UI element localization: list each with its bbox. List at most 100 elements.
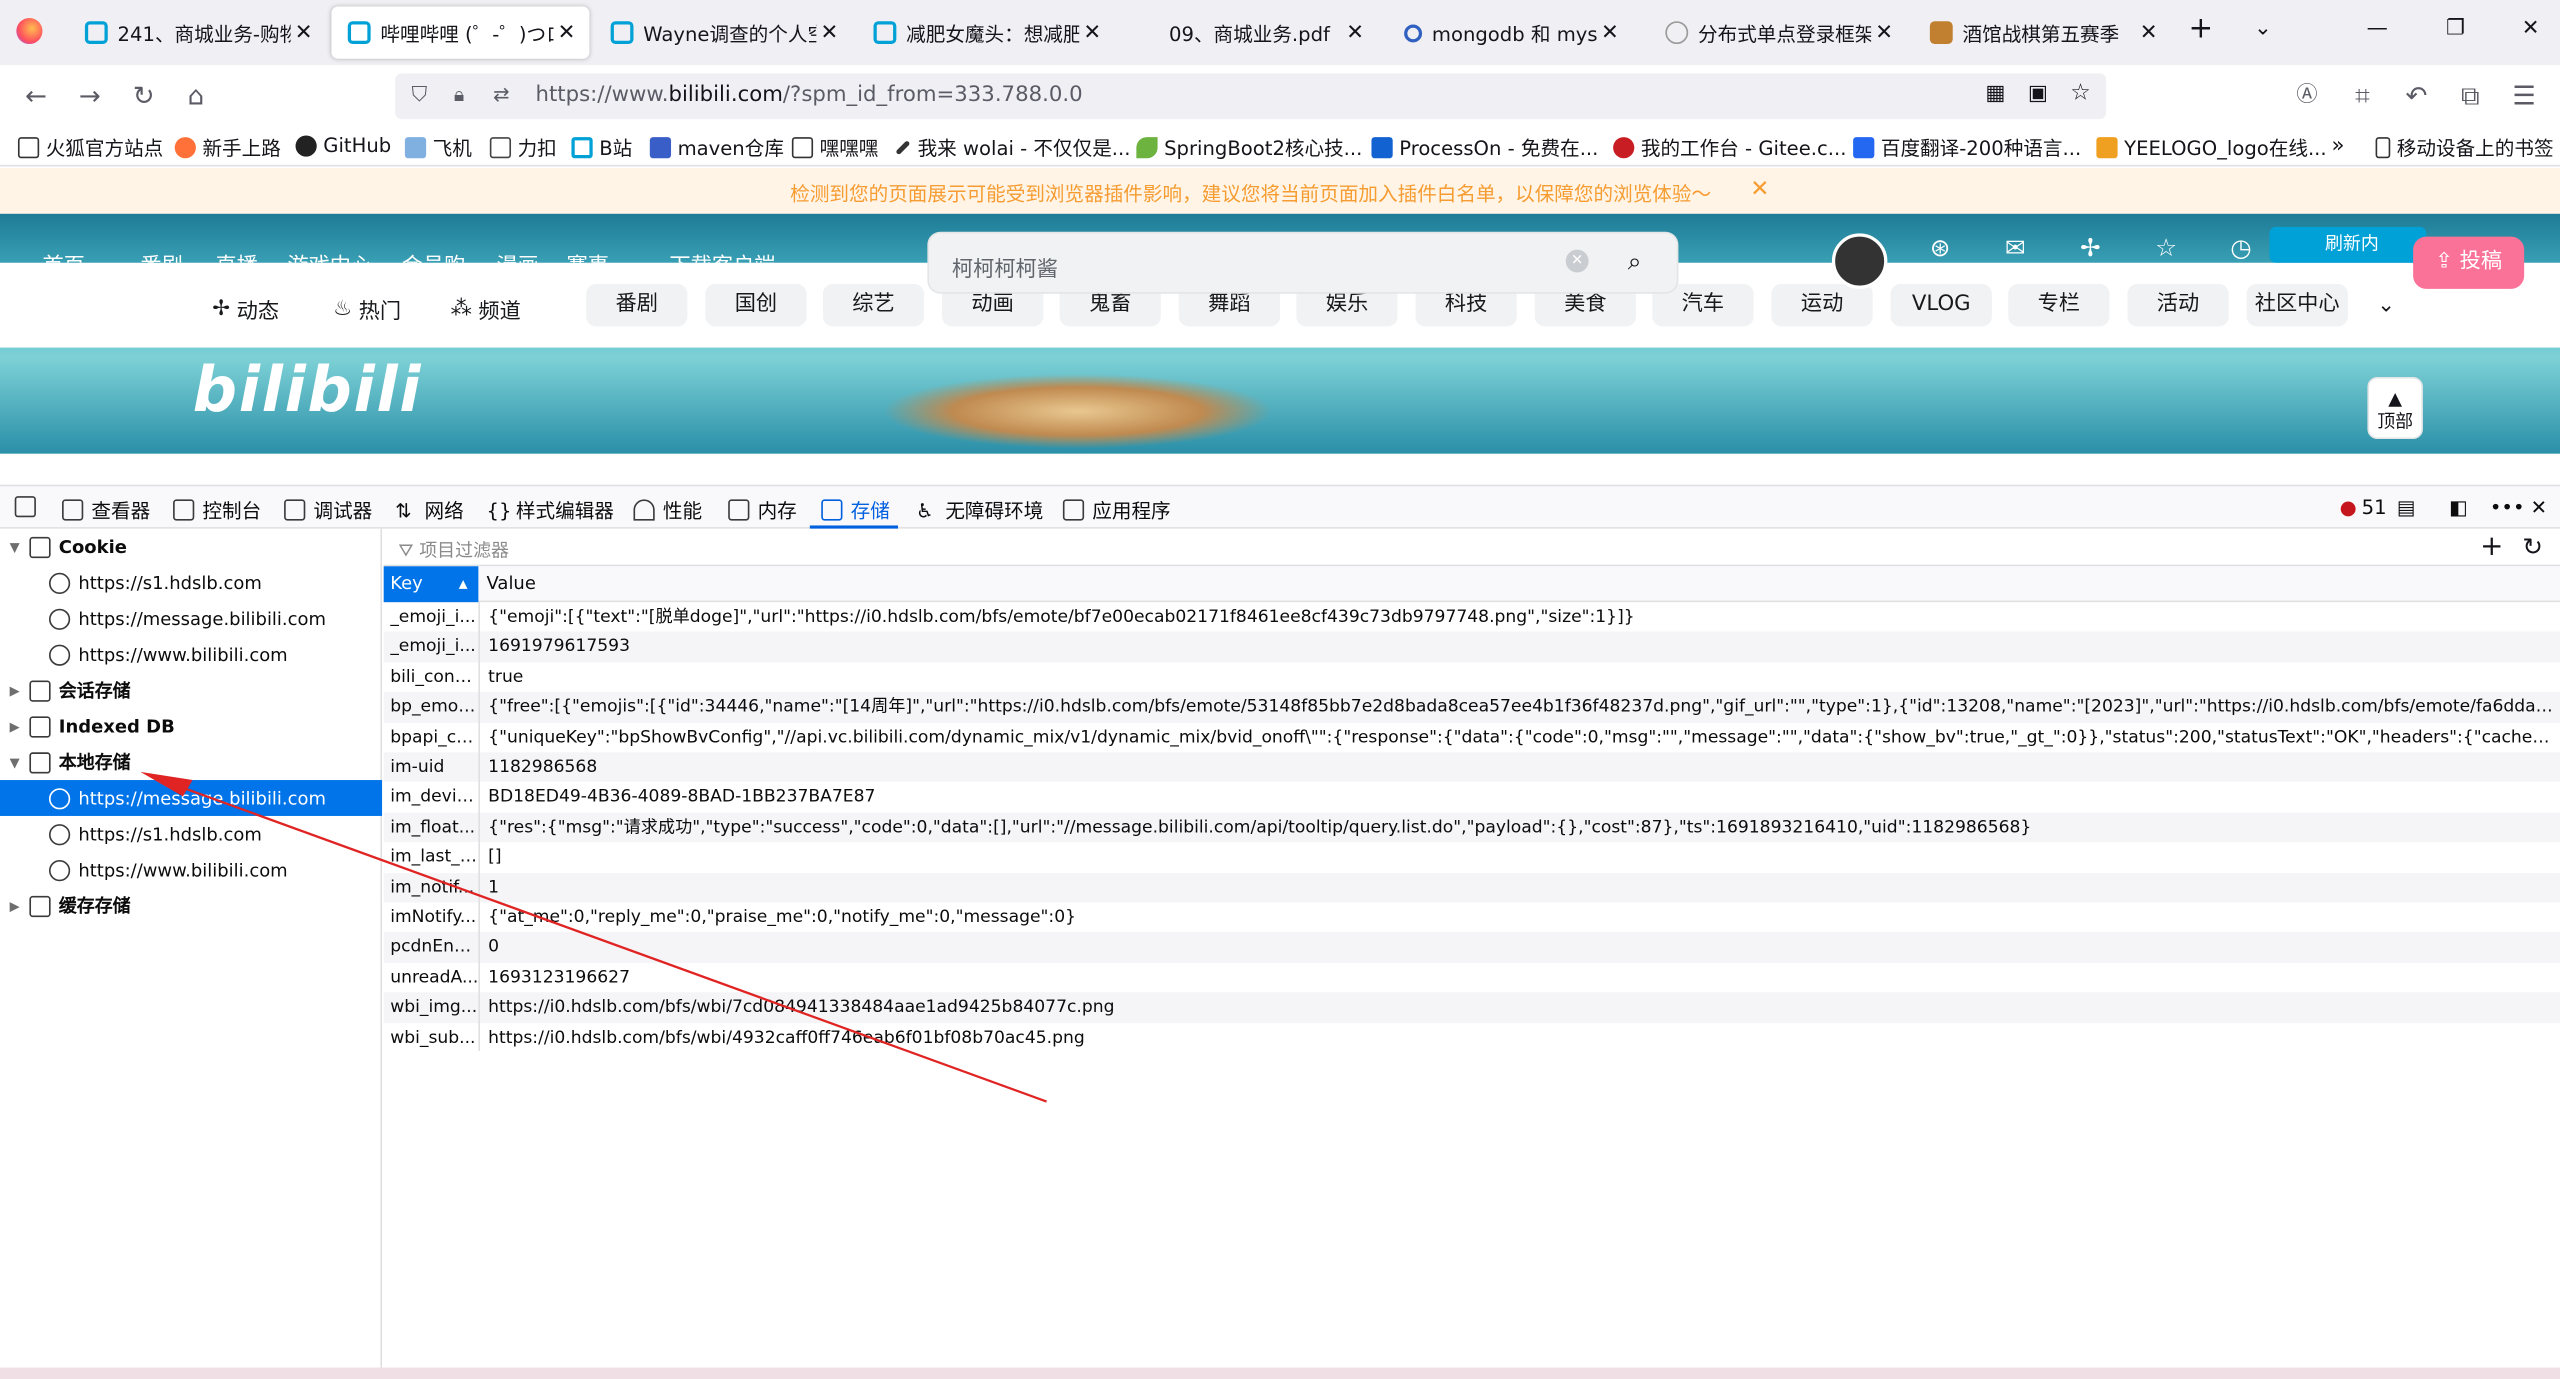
creation-center[interactable]: 刷新内	[2269, 226, 2427, 263]
star-icon[interactable]: ☆	[2070, 80, 2091, 106]
bookmark-1[interactable]: 新手上路	[174, 134, 281, 162]
table-row[interactable]: _emoji_i... 1691979617593	[383, 632, 2560, 663]
tab-memory[interactable]: 内存	[728, 496, 797, 524]
tab-0[interactable]: 241、商城业务-购物车 ✕	[69, 7, 327, 59]
chevron-down-icon[interactable]: ⌄	[2247, 16, 2280, 40]
top-nav-shop[interactable]: 会员购	[402, 248, 466, 263]
new-tab-icon[interactable]: +	[2185, 11, 2218, 45]
bookmark-11[interactable]: 我的工作台 - Gitee.c...	[1613, 134, 1846, 162]
hamburger-menu-icon[interactable]: ☰	[2508, 80, 2541, 113]
tab-application[interactable]: 应用程序	[1062, 496, 1171, 524]
tree-host[interactable]: https://s1.hdslb.com	[0, 565, 382, 601]
split-console-icon[interactable]: ▤	[2397, 496, 2416, 519]
close-icon[interactable]: ✕	[816, 20, 842, 44]
bookmark-0[interactable]: 火狐官方站点	[17, 134, 163, 162]
top-nav-events[interactable]: 赛事	[567, 248, 609, 263]
home-icon[interactable]: ⌂	[180, 80, 213, 113]
bookmark-5[interactable]: B站	[571, 134, 632, 162]
tree-host[interactable]: https://message.bilibili.com	[0, 601, 382, 637]
undo-icon[interactable]: ↶	[2400, 80, 2433, 113]
tree-cache-storage[interactable]: ▶ 缓存存储	[0, 888, 382, 924]
tab-debugger[interactable]: 调试器	[284, 496, 372, 524]
clear-icon[interactable]: ✕	[1565, 249, 1589, 273]
category-tab[interactable]: VLOG	[1890, 283, 1992, 327]
table-row[interactable]: im_notif... 1	[383, 872, 2560, 903]
close-icon[interactable]: ✕	[1871, 20, 1897, 44]
category-tab[interactable]: 运动	[1771, 283, 1873, 327]
table-row[interactable]: bpapi_ca... {"uniqueKey":"bpShowBvConfig"…	[384, 722, 2560, 752]
top-nav-live[interactable]: 直播	[216, 248, 258, 263]
upload-button[interactable]: ⇪ 投稿	[2413, 236, 2525, 289]
bookmark-13[interactable]: YEELOGO_logo在线...	[2096, 134, 2327, 162]
message-icon[interactable]: ✉	[2005, 233, 2026, 262]
table-row[interactable]: im_last_s... []	[384, 842, 2560, 872]
tab-4[interactable]: 09、商城业务.pdf ✕	[1120, 7, 1378, 59]
favorite-star-icon[interactable]: ☆	[2155, 233, 2177, 262]
bookmark-14[interactable]: 移动设备上的书签	[2375, 134, 2554, 162]
forward-arrow-icon[interactable]: →	[73, 80, 106, 113]
tab-network[interactable]: ⇅ 网络	[395, 496, 464, 524]
category-tab[interactable]: 国创	[705, 283, 807, 327]
firefox-menu-icon[interactable]	[16, 17, 43, 45]
top-nav-home[interactable]: 首页	[42, 248, 84, 263]
vip-icon[interactable]: ⊛	[1930, 233, 1951, 262]
table-row[interactable]: im-uid 1182986568	[383, 752, 2560, 783]
search-box[interactable]: 柯柯柯柯酱 ✕ ⌕	[927, 231, 1679, 294]
close-icon[interactable]: ✕	[2136, 20, 2162, 44]
category-tab[interactable]: 综艺	[822, 283, 925, 327]
tab-accessibility[interactable]: ♿︎ 无障碍环境	[916, 496, 1043, 524]
close-icon[interactable]: ✕	[553, 20, 579, 44]
table-row[interactable]: _emoji_i... {"emoji":[{"text":"[脱单doge]",…	[384, 602, 2560, 632]
tree-cookie[interactable]: ▼ Cookie	[0, 529, 382, 565]
category-tab[interactable]: 活动	[2127, 283, 2229, 327]
column-divider[interactable]	[478, 602, 481, 1051]
column-header-value[interactable]: Value	[487, 566, 536, 602]
extensions-icon[interactable]: ⧉	[2454, 80, 2487, 113]
tree-host[interactable]: https://www.bilibili.com	[0, 852, 382, 888]
close-icon[interactable]: ✕	[1597, 20, 1623, 44]
close-icon[interactable]: ✕	[291, 20, 317, 44]
url-bar[interactable]: ⛉ 🔒︎ ⇄ https://www.bilibili.com/?spm_id_…	[395, 73, 2107, 120]
top-nav-manga[interactable]: 漫画	[496, 248, 538, 263]
table-row[interactable]: im_devic... BD18ED49-4B36-4089-8BAD-1BB23…	[384, 782, 2560, 812]
tab-1-active[interactable]: 哔哩哔哩 (゜-゜)つロ ✕	[331, 6, 590, 59]
tree-host[interactable]: https://www.bilibili.com	[0, 636, 382, 672]
lock-icon[interactable]: 🔒︎	[454, 83, 464, 107]
category-tab[interactable]: 番剧	[586, 283, 688, 327]
category-tab[interactable]: 专栏	[2008, 283, 2110, 327]
table-row[interactable]: wbi_img... https://i0.hdslb.com/bfs/wbi/7…	[383, 992, 2560, 1023]
bookmark-7[interactable]: 嘿嘿嘿	[791, 134, 878, 162]
tree-local-storage[interactable]: ▼ 本地存储	[0, 744, 382, 780]
tree-host-selected[interactable]: https://message.bilibili.com	[0, 780, 383, 816]
table-row[interactable]: bili_confi... true	[384, 662, 2560, 692]
crop-icon[interactable]: ⌗	[2346, 80, 2379, 113]
search-input[interactable]: 柯柯柯柯酱	[952, 251, 1058, 282]
tab-7[interactable]: 酒馆战棋第五赛季 ✕	[1914, 7, 2172, 59]
top-nav-bangumi[interactable]: 番剧	[140, 248, 182, 263]
search-icon[interactable]: ⌕	[1628, 246, 1642, 275]
dynamic-link[interactable]: ✢ 动态	[212, 294, 279, 325]
tab-2[interactable]: Wayne调查的个人空间 ✕	[594, 7, 852, 59]
restore-icon[interactable]: ❐	[2439, 16, 2472, 40]
bookmark-10[interactable]: ProcessOn - 免费在...	[1371, 134, 1598, 162]
category-tab[interactable]: 社区中心	[2246, 283, 2348, 327]
close-icon[interactable]: ✕	[1342, 20, 1368, 44]
tree-indexed-db[interactable]: ▶ Indexed DB	[0, 708, 382, 744]
tab-console[interactable]: 控制台	[173, 496, 261, 524]
tab-6[interactable]: 分布式单点登录框架X ✕	[1649, 7, 1907, 59]
tab-3[interactable]: 减肥女魔头：想减肥？ ✕	[857, 7, 1115, 59]
screenshot-icon[interactable]: ▣	[2028, 82, 2048, 106]
tab-style-editor[interactable]: {} 样式编辑器	[487, 496, 614, 524]
bookmark-12[interactable]: 百度翻译-200种语言...	[1853, 134, 2081, 162]
back-to-top-button[interactable]: ▲ 顶部	[2367, 376, 2423, 439]
top-nav-download[interactable]: 下载客户端	[669, 248, 775, 263]
history-icon[interactable]: ◷	[2230, 233, 2251, 262]
tab-5[interactable]: mongodb 和 mysql ✕	[1388, 7, 1633, 59]
bookmark-2[interactable]: GitHub	[295, 134, 391, 157]
close-icon[interactable]: ✕	[1079, 20, 1105, 44]
back-arrow-icon[interactable]: ←	[20, 80, 53, 113]
hot-link[interactable]: ♨ 热门	[333, 294, 401, 325]
table-row[interactable]: im_float... {"res":{"msg":"请求成功","type":"…	[383, 812, 2560, 843]
table-row[interactable]: pcdnEna... 0	[383, 932, 2560, 963]
reload-icon[interactable]: ↻	[127, 80, 160, 113]
